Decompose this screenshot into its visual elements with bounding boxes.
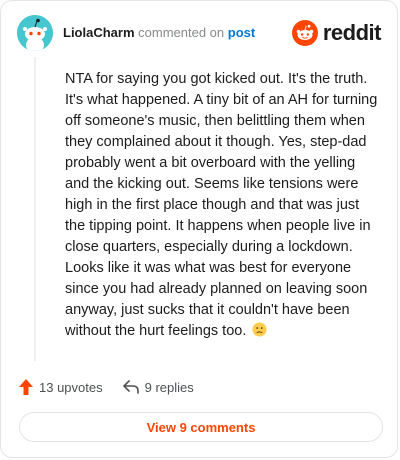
reddit-wordmark: reddit [322, 20, 382, 45]
comment-meta: LiolaCharm commented on post [63, 25, 255, 40]
reply-count: 9 replies [144, 379, 194, 395]
upvote-count: 13 upvotes [39, 379, 103, 395]
upvote-arrow-icon [19, 379, 33, 395]
comment-actions: 13 upvotes 9 replies [19, 377, 194, 397]
snoo-avatar-icon [17, 15, 53, 51]
comment-body: NTA for saying you got kicked out. It's … [65, 69, 383, 342]
username[interactable]: LiolaCharm [63, 25, 135, 40]
upvote-button[interactable]: 13 upvotes [19, 379, 103, 395]
replies-button[interactable]: 9 replies [122, 379, 194, 395]
reddit-snoo-icon [291, 20, 318, 46]
comment-header: LiolaCharm commented on post reddit [17, 15, 382, 51]
reply-arrow-icon [122, 380, 139, 394]
comment-card: LiolaCharm commented on post reddit NTA … [0, 0, 398, 458]
avatar[interactable] [17, 15, 53, 51]
post-link[interactable]: post [228, 25, 255, 40]
slightly-frowning-face-icon [252, 322, 267, 337]
reddit-logo[interactable]: reddit [291, 19, 382, 47]
view-comments-label: View 9 comments [146, 419, 256, 435]
view-comments-button[interactable]: View 9 comments [19, 412, 383, 442]
thread-line[interactable] [34, 57, 36, 361]
comment-text: NTA for saying you got kicked out. It's … [65, 71, 378, 339]
commented-on-label: commented on [138, 25, 225, 40]
